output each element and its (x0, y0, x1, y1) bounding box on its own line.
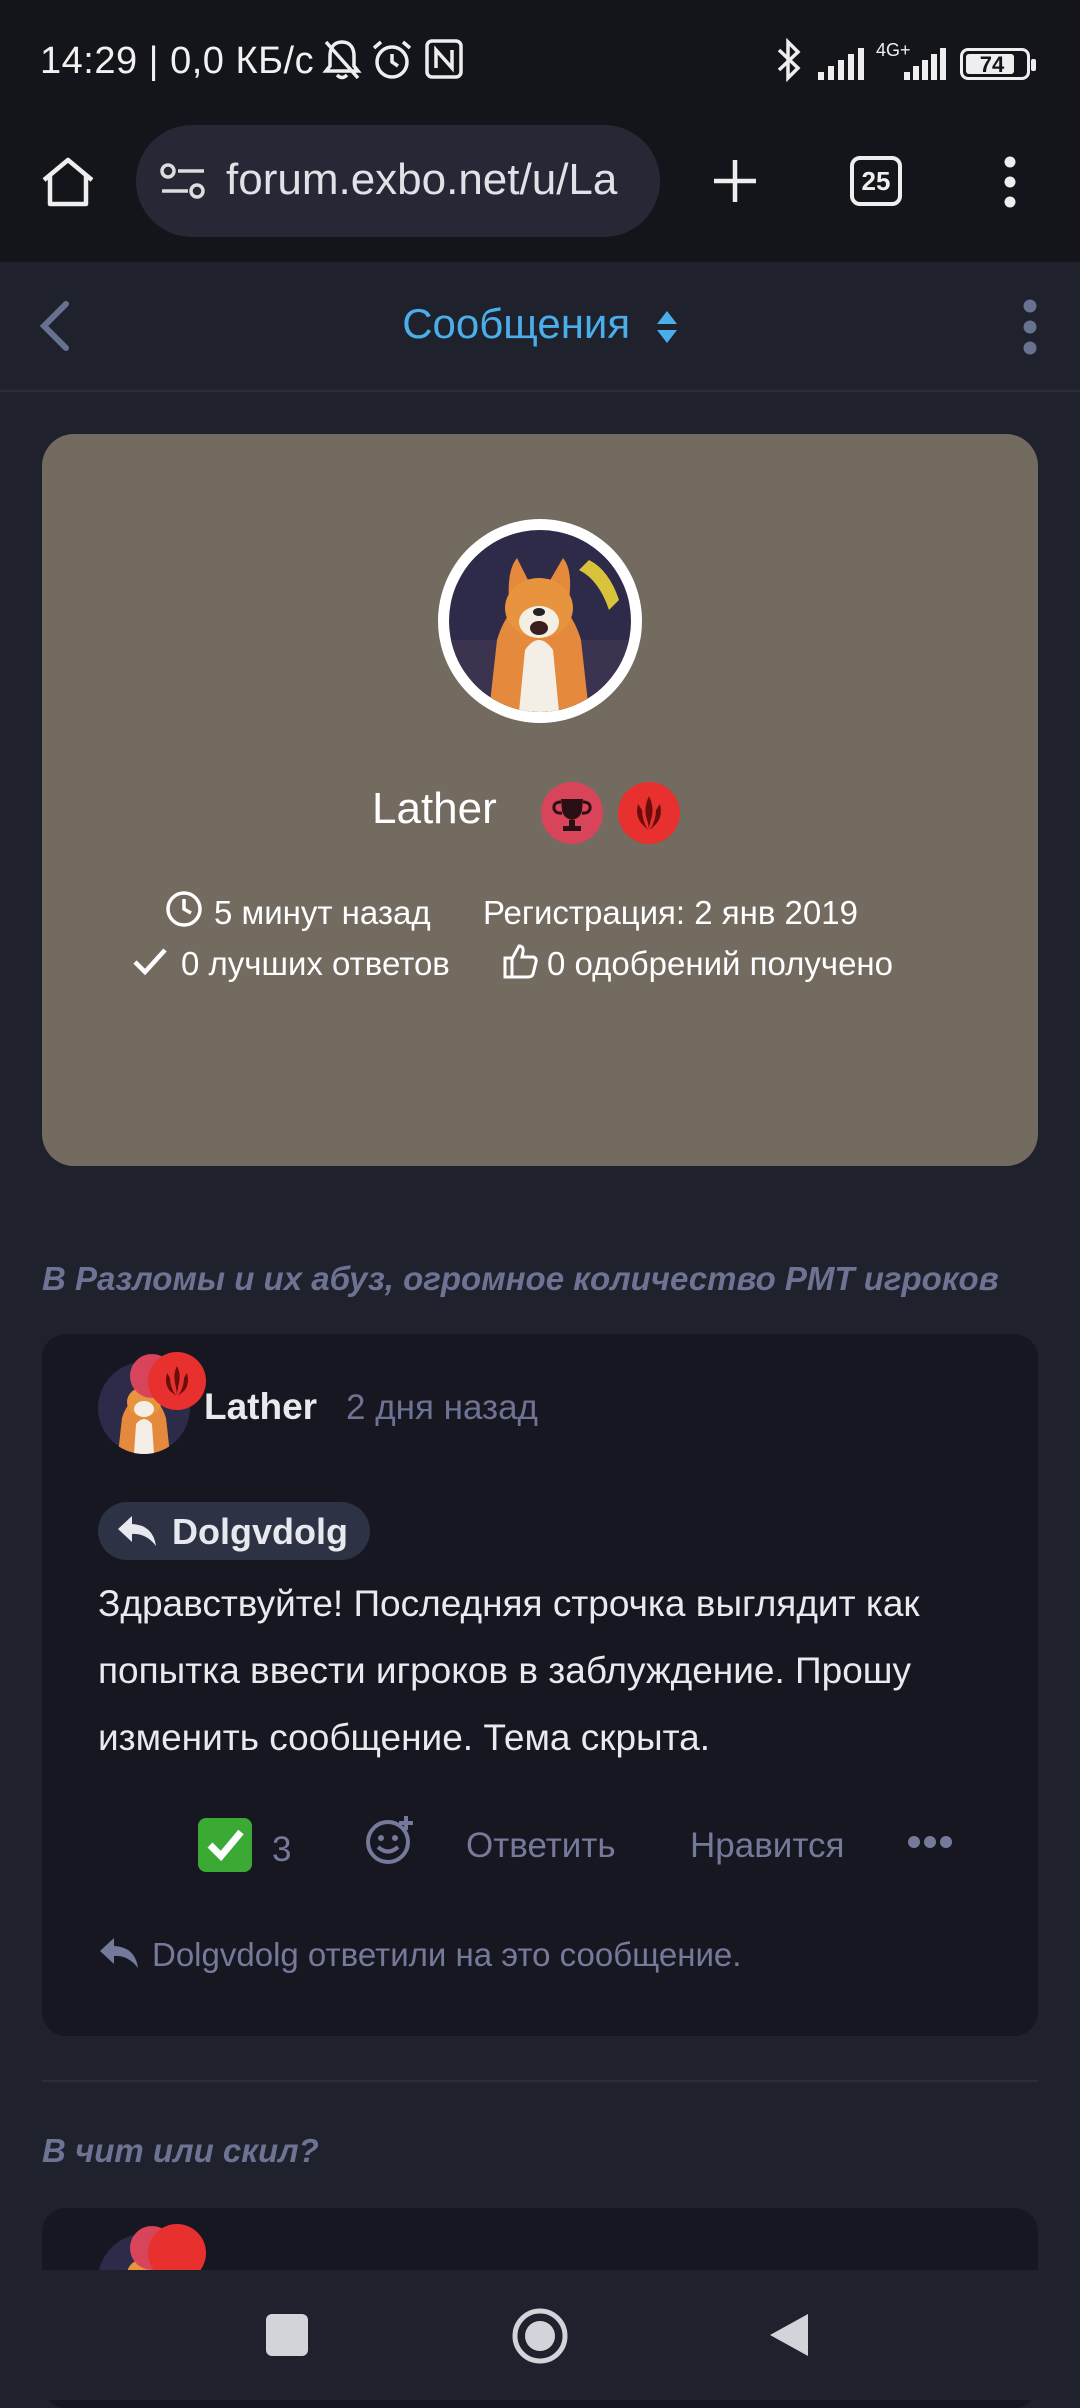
signal-icon (818, 48, 868, 80)
trophy-badge-icon[interactable] (541, 782, 603, 844)
reply-to-name: Dolgvdolg (172, 1511, 348, 1552)
page-title[interactable]: Сообщения (0, 300, 1080, 348)
muted-bell-icon (322, 38, 362, 82)
battery-level: 74 (979, 52, 1005, 77)
back-button-icon[interactable] (766, 2310, 812, 2360)
tab-switcher-button[interactable]: 25 (850, 156, 902, 206)
registration-date: Регистрация: 2 янв 2019 (483, 894, 858, 931)
home-button-icon[interactable] (510, 2306, 570, 2366)
likes-received: 0 одобрений получено (547, 945, 894, 982)
browser-menu-icon[interactable] (1000, 154, 1020, 210)
battery-icon: 74 (960, 48, 1036, 80)
recents-button-icon[interactable] (266, 2314, 308, 2356)
post-time[interactable]: 2 дня назад (346, 1388, 538, 1428)
avatar[interactable] (449, 530, 631, 712)
discussion-title[interactable]: В Разломы и их абуз, огромное количество… (42, 1260, 999, 1298)
tab-count: 25 (861, 166, 891, 196)
alarm-icon (370, 38, 414, 82)
new-tab-icon[interactable] (710, 156, 760, 206)
reaction-count: 3 (272, 1830, 292, 1869)
post-emblem-badge-icon (148, 1352, 206, 1410)
url-text[interactable]: forum.exbo.net/u/La (226, 155, 646, 205)
replies-note[interactable]: Dolgvdolg ответили на это сообщение. (152, 1936, 741, 1974)
add-reaction-icon[interactable] (364, 1814, 416, 1866)
last-seen: 5 минут назад (214, 894, 431, 931)
site-settings-icon[interactable] (160, 163, 206, 199)
emblem-badge-icon[interactable] (618, 782, 680, 844)
signal-icon-2 (904, 48, 948, 80)
reply-to-pill[interactable]: Dolgvdolg (98, 1502, 370, 1560)
status-time: 14:29 | 0,0 КБ/с (40, 40, 315, 82)
post-author[interactable]: Lather (204, 1386, 317, 1428)
sort-toggle-icon (656, 309, 678, 345)
check-reaction-icon[interactable] (198, 1818, 252, 1872)
check-icon (132, 946, 168, 976)
more-icon[interactable] (906, 1834, 954, 1850)
discussion-title-2[interactable]: В чит или скил? (42, 2132, 319, 2170)
like-button[interactable]: Нравится (690, 1826, 844, 1866)
bluetooth-icon (774, 38, 804, 82)
best-answers: 0 лучших ответов (181, 945, 450, 982)
nfc-icon (424, 38, 464, 80)
post-body: Здравствуйте! Последняя строчка выглядит… (98, 1583, 920, 1758)
profile-username: Lather (372, 784, 497, 833)
thumbs-up-icon (502, 942, 538, 980)
page-menu-icon[interactable] (1020, 298, 1040, 356)
page-title-text: Сообщения (402, 300, 631, 347)
home-icon[interactable] (40, 156, 96, 208)
reply-button[interactable]: Ответить (466, 1826, 616, 1866)
divider (42, 2080, 1038, 2082)
reply-arrow-icon (116, 1514, 158, 1548)
clock-icon (165, 890, 203, 928)
replies-arrow-icon (98, 1936, 140, 1970)
